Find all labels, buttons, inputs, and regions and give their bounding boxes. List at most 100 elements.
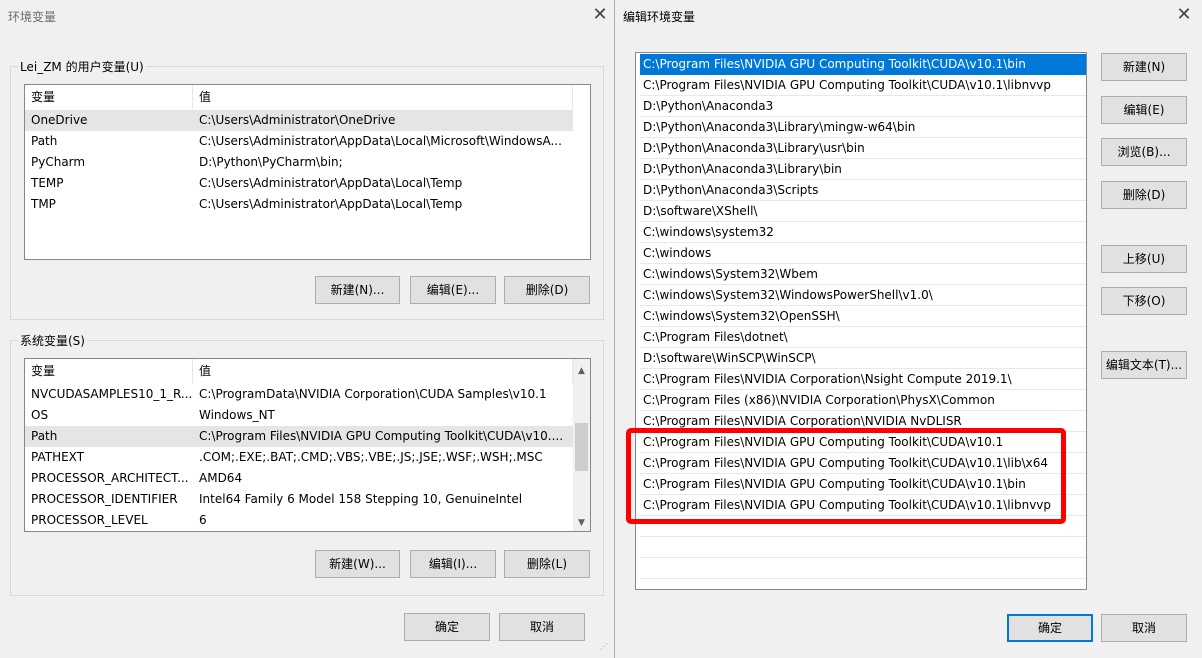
variable-value: .COM;.EXE;.BAT;.CMD;.VBS;.VBE;.JS;.JSE;.… <box>199 450 543 464</box>
table-row[interactable]: TMP C:\Users\Administrator\AppData\Local… <box>25 194 573 215</box>
ok-button[interactable]: 确定 <box>1007 614 1093 642</box>
vertical-scrollbar[interactable]: ▲ ▼ <box>573 359 590 531</box>
system-delete-button[interactable]: 删除(L) <box>504 550 590 578</box>
list-item[interactable]: D:\Python\Anaconda3\Library\bin <box>640 159 1086 180</box>
environment-variables-dialog: 环境变量 ✕ Lei_ZM 的用户变量(U) 变量 值 OneDrive C:\… <box>0 0 614 658</box>
user-variables-label: Lei_ZM 的用户变量(U) <box>18 58 146 75</box>
variable-value: AMD64 <box>199 471 243 485</box>
list-item[interactable]: C:\windows\System32\WindowsPowerShell\v1… <box>640 285 1086 306</box>
ok-button[interactable]: 确定 <box>404 613 490 641</box>
table-row[interactable]: PATHEXT .COM;.EXE;.BAT;.CMD;.VBS;.VBE;.J… <box>25 447 573 468</box>
variable-name: PROCESSOR_LEVEL <box>31 513 148 527</box>
variable-value: D:\Python\PyCharm\bin; <box>199 155 343 169</box>
close-icon[interactable]: ✕ <box>1173 4 1195 26</box>
list-header: 变量 值 <box>25 359 573 383</box>
column-header-variable[interactable]: 变量 <box>25 85 193 109</box>
list-item-empty[interactable] <box>640 516 1086 537</box>
table-row[interactable]: TEMP C:\Users\Administrator\AppData\Loca… <box>25 173 573 194</box>
variable-name: PATHEXT <box>31 450 85 464</box>
table-row[interactable]: OS Windows_NT <box>25 405 573 426</box>
table-row[interactable]: OneDrive C:\Users\Administrator\OneDrive <box>25 110 573 131</box>
list-item[interactable]: C:\Program Files\NVIDIA GPU Computing To… <box>640 54 1086 75</box>
list-item[interactable]: D:\Python\Anaconda3\Library\usr\bin <box>640 138 1086 159</box>
list-item[interactable]: C:\windows\system32 <box>640 222 1086 243</box>
variable-name: TMP <box>31 197 56 211</box>
list-item[interactable]: C:\Program Files\NVIDIA Corporation\NVID… <box>640 411 1086 432</box>
close-icon[interactable]: ✕ <box>589 4 611 26</box>
variable-name: PROCESSOR_ARCHITECT... <box>31 471 189 485</box>
move-up-button[interactable]: 上移(U) <box>1101 245 1187 273</box>
column-header-value[interactable]: 值 <box>193 85 573 109</box>
table-row[interactable]: PROCESSOR_IDENTIFIER Intel64 Family 6 Mo… <box>25 489 573 510</box>
system-edit-button[interactable]: 编辑(I)... <box>410 550 496 578</box>
variable-value: Intel64 Family 6 Model 158 Stepping 10, … <box>199 492 523 506</box>
table-row[interactable]: PROCESSOR_ARCHITECT... AMD64 <box>25 468 573 489</box>
list-item[interactable]: D:\Python\Anaconda3 <box>640 96 1086 117</box>
list-header: 变量 值 <box>25 85 573 109</box>
variable-name: PyCharm <box>31 155 86 169</box>
list-item[interactable]: C:\Program Files\NVIDIA GPU Computing To… <box>640 432 1086 453</box>
variable-name: PROCESSOR_IDENTIFIER <box>31 492 178 506</box>
edit-text-button[interactable]: 编辑文本(T)... <box>1101 351 1187 379</box>
variable-value: Windows_NT <box>199 408 275 422</box>
variable-name: Path <box>31 429 58 443</box>
new-button[interactable]: 新建(N) <box>1101 53 1187 81</box>
variable-name: OS <box>31 408 49 422</box>
list-item[interactable]: C:\Program Files\NVIDIA GPU Computing To… <box>640 495 1086 516</box>
variable-value: C:\ProgramData\NVIDIA Corporation\CUDA S… <box>199 387 547 401</box>
variable-value: 6 <box>199 513 207 527</box>
variable-value: C:\Users\Administrator\OneDrive <box>199 113 396 127</box>
system-variables-list[interactable]: 变量 值 NVCUDASAMPLES10_1_R... C:\ProgramDa… <box>24 358 591 532</box>
browse-button[interactable]: 浏览(B)... <box>1101 138 1187 166</box>
variable-name: TEMP <box>31 176 64 190</box>
dialog-title: 编辑环境变量 <box>623 10 696 24</box>
table-row[interactable]: NVCUDASAMPLES10_1_R... C:\ProgramData\NV… <box>25 384 573 405</box>
list-item[interactable]: C:\Program Files\NVIDIA GPU Computing To… <box>640 474 1086 495</box>
list-item[interactable]: D:\Python\Anaconda3\Scripts <box>640 180 1086 201</box>
list-item[interactable]: C:\Program Files\NVIDIA GPU Computing To… <box>640 75 1086 96</box>
variable-name: NVCUDASAMPLES10_1_R... <box>31 387 193 401</box>
scroll-up-icon[interactable]: ▲ <box>573 363 590 379</box>
title-bar: 环境变量 ✕ <box>0 0 614 31</box>
table-row[interactable]: Path C:\Program Files\NVIDIA GPU Computi… <box>25 426 573 447</box>
table-row[interactable]: PyCharm D:\Python\PyCharm\bin; <box>25 152 573 173</box>
variable-value: C:\Users\Administrator\AppData\Local\Tem… <box>199 197 463 211</box>
cancel-button[interactable]: 取消 <box>1101 614 1187 642</box>
variable-value: C:\Users\Administrator\AppData\Local\Mic… <box>199 134 562 148</box>
list-item[interactable]: C:\Program Files\dotnet\ <box>640 327 1086 348</box>
list-item-empty[interactable] <box>640 558 1086 579</box>
move-down-button[interactable]: 下移(O) <box>1101 287 1187 315</box>
scroll-down-icon[interactable]: ▼ <box>573 515 590 531</box>
variable-value: C:\Users\Administrator\AppData\Local\Tem… <box>199 176 463 190</box>
user-delete-button[interactable]: 删除(D) <box>504 276 590 304</box>
variable-value: C:\Program Files\NVIDIA GPU Computing To… <box>199 429 564 443</box>
system-new-button[interactable]: 新建(W)... <box>315 550 400 578</box>
path-list[interactable]: C:\Program Files\NVIDIA GPU Computing To… <box>635 52 1087 590</box>
column-header-value[interactable]: 值 <box>193 359 573 383</box>
edit-environment-variable-dialog: 编辑环境变量 ✕ C:\Program Files\NVIDIA GPU Com… <box>614 0 1202 658</box>
system-variables-label: 系统变量(S) <box>18 332 87 349</box>
edit-button[interactable]: 编辑(E) <box>1101 96 1187 124</box>
list-item[interactable]: C:\Program Files (x86)\NVIDIA Corporatio… <box>640 390 1086 411</box>
table-row[interactable]: PROCESSOR_LEVEL 6 <box>25 510 573 531</box>
column-header-variable[interactable]: 变量 <box>25 359 193 383</box>
list-item[interactable]: C:\windows\System32\OpenSSH\ <box>640 306 1086 327</box>
list-item[interactable]: D:\Python\Anaconda3\Library\mingw-w64\bi… <box>640 117 1086 138</box>
list-item[interactable]: C:\windows\System32\Wbem <box>640 264 1086 285</box>
list-item[interactable]: D:\software\XShell\ <box>640 201 1086 222</box>
list-item[interactable]: C:\windows <box>640 243 1086 264</box>
cancel-button[interactable]: 取消 <box>499 613 585 641</box>
user-variables-list[interactable]: 变量 值 OneDrive C:\Users\Administrator\One… <box>24 84 591 260</box>
variable-name: OneDrive <box>31 113 88 127</box>
list-item-empty[interactable] <box>640 537 1086 558</box>
user-new-button[interactable]: 新建(N)... <box>315 276 400 304</box>
resize-grip-icon[interactable]: ⋰ <box>600 643 612 656</box>
list-item[interactable]: C:\Program Files\NVIDIA GPU Computing To… <box>640 453 1086 474</box>
list-item[interactable]: D:\software\WinSCP\WinSCP\ <box>640 348 1086 369</box>
user-edit-button[interactable]: 编辑(E)... <box>410 276 496 304</box>
scrollbar-thumb[interactable] <box>575 423 588 471</box>
table-row[interactable]: Path C:\Users\Administrator\AppData\Loca… <box>25 131 573 152</box>
list-item[interactable]: C:\Program Files\NVIDIA Corporation\Nsig… <box>640 369 1086 390</box>
dialog-title: 环境变量 <box>8 10 57 24</box>
delete-button[interactable]: 删除(D) <box>1101 181 1187 209</box>
